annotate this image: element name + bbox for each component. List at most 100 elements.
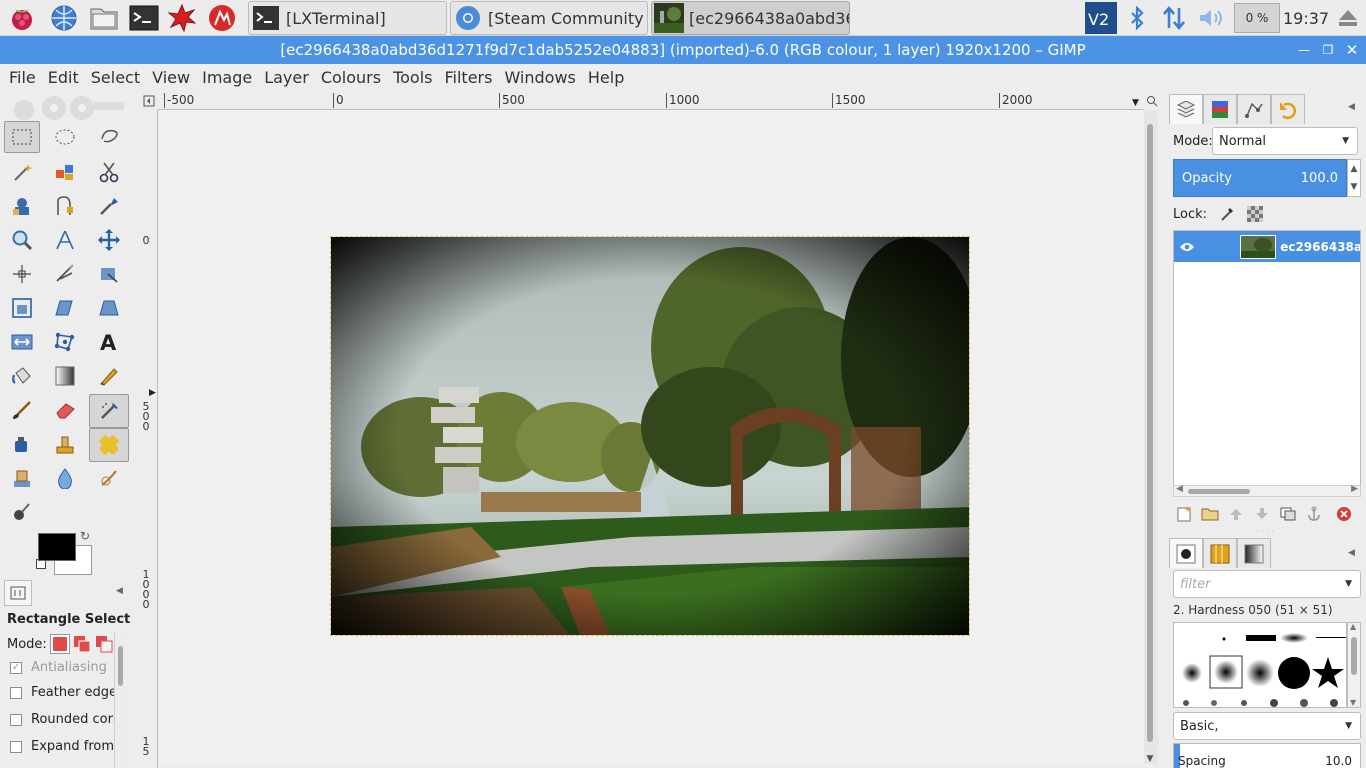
dodge-burn-tool[interactable]	[4, 496, 40, 528]
mode-subtract-icon[interactable]	[95, 635, 113, 653]
alignment-tool[interactable]	[4, 258, 40, 290]
eject-icon[interactable]	[1334, 2, 1362, 34]
shear-tool[interactable]	[47, 292, 83, 324]
unified-transform-tool[interactable]	[91, 258, 127, 290]
eraser-tool[interactable]	[47, 394, 83, 426]
expand-from-center-checkbox[interactable]	[10, 740, 22, 753]
option-feather-edges[interactable]: Feather edges	[10, 685, 114, 700]
delete-layer-icon[interactable]	[1334, 506, 1354, 522]
network-icon[interactable]	[1158, 2, 1190, 34]
menu-windows[interactable]: Windows	[498, 64, 581, 92]
rounded-corners-checkbox[interactable]	[10, 713, 22, 726]
tab-channels[interactable]	[1203, 94, 1237, 124]
menu-layer[interactable]: Layer	[258, 64, 315, 92]
heal-tool[interactable]	[89, 428, 129, 462]
mathematica-icon[interactable]	[166, 2, 198, 34]
raspberry-menu-icon[interactable]	[6, 2, 38, 34]
free-select-tool[interactable]	[91, 121, 127, 153]
tab-brushes[interactable]	[1169, 538, 1203, 568]
spacing-slider[interactable]: Spacing 10.0	[1173, 743, 1361, 768]
image-layer-content[interactable]	[330, 236, 970, 636]
brush-grid[interactable]	[1173, 622, 1347, 708]
feather-edges-checkbox[interactable]	[10, 686, 22, 699]
lower-layer-icon[interactable]	[1252, 506, 1272, 522]
web-browser-icon[interactable]	[48, 2, 80, 34]
raise-layer-icon[interactable]	[1226, 506, 1246, 522]
vnc-icon[interactable]: V2	[1084, 2, 1118, 34]
menu-select[interactable]: Select	[85, 64, 146, 92]
rect-select-tool[interactable]	[4, 121, 40, 153]
text-tool[interactable]: A	[91, 326, 127, 358]
select-by-color-tool[interactable]	[47, 156, 83, 188]
anchor-layer-icon[interactable]	[1304, 506, 1324, 522]
ellipse-select-tool[interactable]	[47, 121, 83, 153]
mode-add-icon[interactable]	[73, 635, 91, 653]
task-gimp[interactable]: [ec2966438a0abd36...	[651, 1, 850, 35]
chevron-up-icon[interactable]: ▲	[1351, 164, 1358, 174]
menu-edit[interactable]: Edit	[42, 64, 85, 92]
close-icon[interactable]: ✕	[1342, 40, 1362, 60]
option-antialiasing[interactable]: ✓ Antialiasing	[10, 660, 114, 675]
lock-alpha-icon[interactable]	[1247, 206, 1264, 222]
blur-sharpen-tool[interactable]	[47, 462, 83, 494]
bluetooth-icon[interactable]	[1124, 2, 1150, 34]
navigate-icon[interactable]: ▼	[1140, 754, 1160, 768]
new-layer-icon[interactable]	[1174, 506, 1194, 522]
tab-layers[interactable]	[1169, 94, 1203, 124]
clone-tool[interactable]	[47, 428, 83, 460]
chevron-left-icon[interactable]: ◀	[1176, 484, 1183, 494]
tab-undo-history[interactable]	[1271, 94, 1305, 124]
paths-tool[interactable]	[47, 190, 83, 222]
lock-pixels-icon[interactable]	[1219, 206, 1235, 222]
tab-gradients[interactable]	[1237, 538, 1271, 568]
dock-separator-grip[interactable]: · · · ·	[1256, 528, 1276, 536]
menu-filters[interactable]: Filters	[438, 64, 498, 92]
quick-mask-toggle[interactable]	[139, 92, 158, 110]
tab-paths[interactable]	[1237, 94, 1271, 124]
chevron-up-icon[interactable]: ▲	[1350, 622, 1356, 631]
window-titlebar[interactable]: [ec2966438a0abd36d1271f9d7c1dab5252e0488…	[0, 36, 1366, 64]
layer-name[interactable]: ec2966438a	[1280, 240, 1360, 254]
image-canvas[interactable]	[158, 110, 1144, 764]
menu-view[interactable]: View	[146, 64, 196, 92]
chevron-down-icon[interactable]: ▼	[1350, 698, 1356, 707]
zoom-lock-icon[interactable]	[1144, 92, 1160, 110]
menu-image[interactable]: Image	[196, 64, 258, 92]
layer-mode-select[interactable]: Normal ▼	[1212, 127, 1358, 155]
terminal-launcher-icon[interactable]	[128, 2, 160, 34]
canvas-vertical-scrollbar[interactable]	[1144, 110, 1158, 764]
scissors-select-tool[interactable]	[91, 156, 127, 188]
minimize-icon[interactable]: —	[1294, 40, 1314, 60]
brush-grid-scrollbar[interactable]: ▲ ▼	[1347, 622, 1361, 708]
brush-filter-input[interactable]: filter ▼	[1173, 570, 1361, 598]
mode-replace-icon[interactable]	[49, 634, 70, 654]
menu-help[interactable]: Help	[582, 64, 630, 92]
cage-transform-tool[interactable]	[47, 326, 83, 358]
scrollbar-thumb[interactable]	[1147, 124, 1153, 742]
ink-tool[interactable]	[4, 428, 40, 460]
brush-tag-select[interactable]: Basic, ▼	[1173, 712, 1361, 740]
foreground-color-swatch[interactable]	[38, 533, 76, 561]
panel-menu-icon[interactable]: ◀	[1348, 548, 1355, 558]
duplicate-layer-icon[interactable]	[1278, 506, 1298, 522]
task-steam-community[interactable]: [Steam Community - ...	[450, 1, 648, 35]
blend-tool[interactable]	[47, 360, 83, 392]
fuzzy-select-tool[interactable]	[4, 156, 40, 188]
file-manager-icon[interactable]	[88, 2, 120, 34]
panel-menu-icon[interactable]: ◀	[116, 586, 123, 596]
scale-tool[interactable]	[4, 292, 40, 324]
pencil-tool[interactable]	[91, 360, 127, 392]
tool-options-tab[interactable]	[4, 580, 32, 606]
paintbrush-tool[interactable]	[4, 394, 40, 426]
new-layer-group-icon[interactable]	[1200, 506, 1220, 522]
maximize-icon[interactable]: ❐	[1318, 40, 1338, 60]
clock[interactable]: 19:37	[1283, 2, 1329, 34]
perspective-clone-tool[interactable]	[4, 462, 40, 494]
chevron-right-icon[interactable]: ▶	[1351, 484, 1358, 494]
smudge-tool[interactable]	[91, 462, 127, 494]
crop-tool[interactable]	[47, 258, 83, 290]
menu-file[interactable]: File	[3, 64, 42, 92]
menu-tools[interactable]: Tools	[387, 64, 438, 92]
wolfram-icon[interactable]	[206, 2, 238, 34]
opacity-slider[interactable]: Opacity 100.0	[1173, 159, 1347, 197]
